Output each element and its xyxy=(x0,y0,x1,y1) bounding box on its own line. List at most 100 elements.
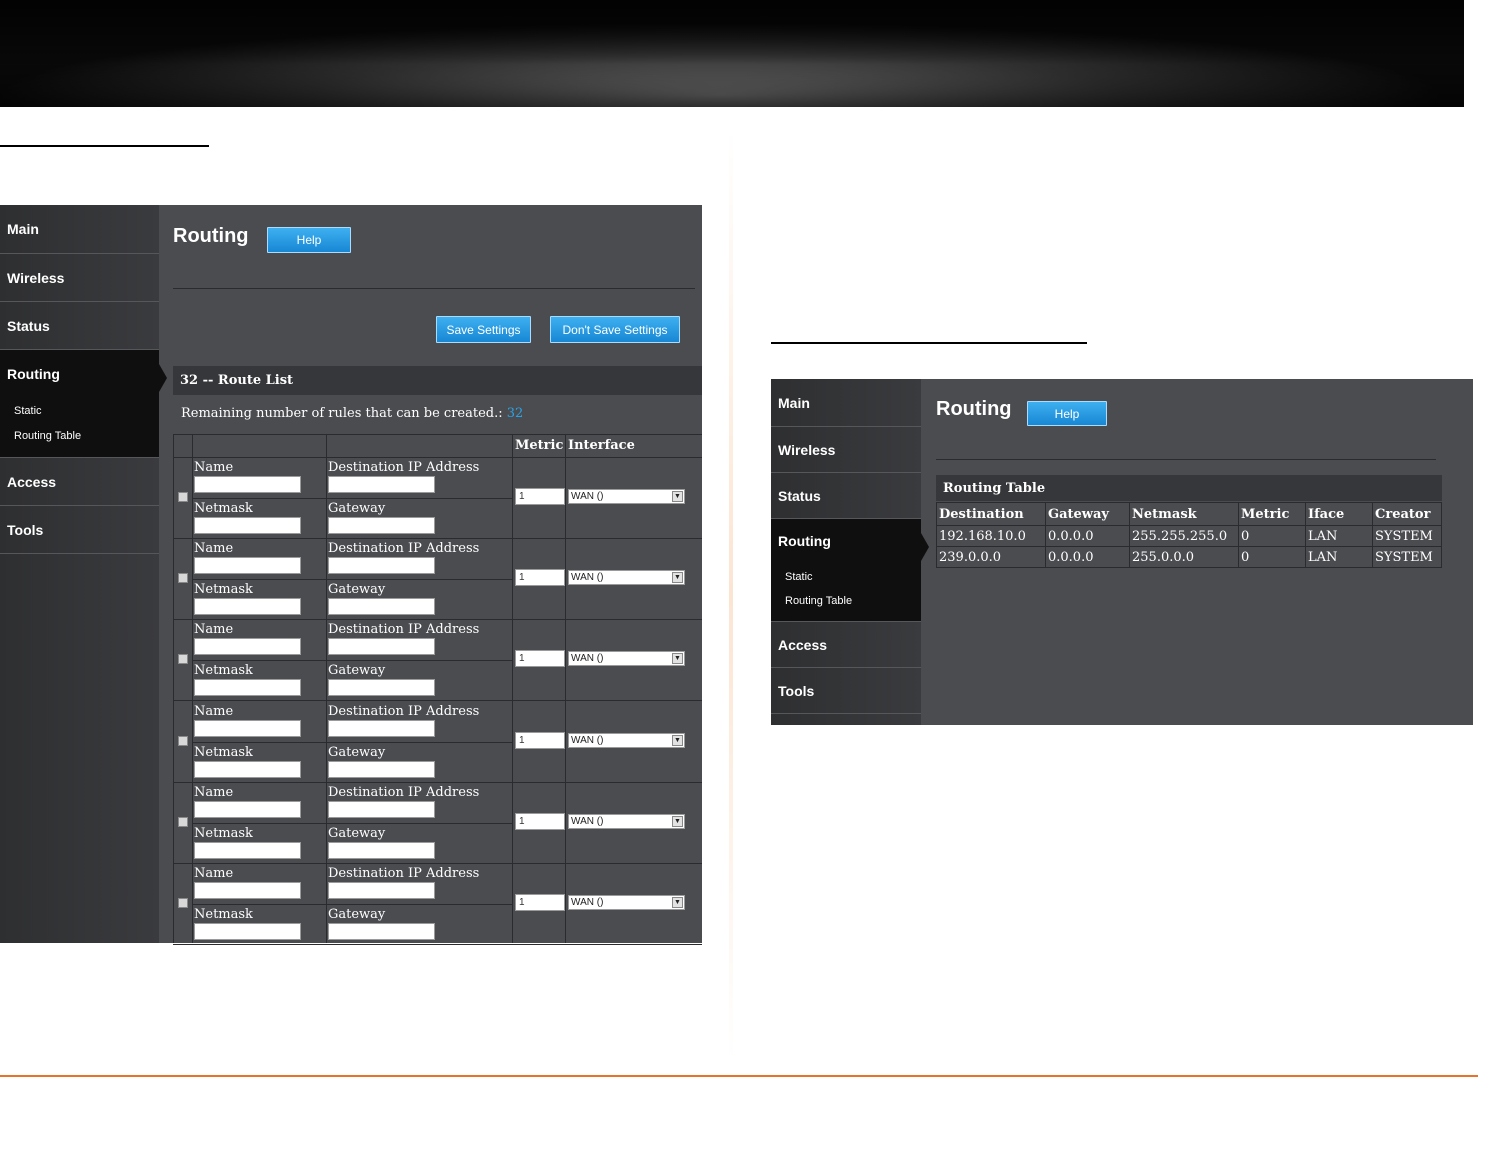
row-mid-line xyxy=(192,904,512,905)
subnav-static[interactable]: Static xyxy=(14,405,42,417)
dont-save-settings-button[interactable]: Don't Save Settings xyxy=(550,316,680,343)
destination-input[interactable] xyxy=(328,800,435,818)
grid-col-1 xyxy=(192,434,193,943)
table-row: 192.168.10.0 0.0.0.0 255.255.255.0 0 LAN… xyxy=(936,525,1442,547)
cell-destination: 239.0.0.0 xyxy=(936,546,1046,568)
name-label: Name xyxy=(194,703,234,719)
netmask-input[interactable] xyxy=(194,598,301,616)
interface-select[interactable]: WAN () ▼ xyxy=(568,570,685,586)
cell-destination: 192.168.10.0 xyxy=(936,525,1046,547)
gateway-label: Gateway xyxy=(328,501,386,516)
route-enable-checkbox[interactable] xyxy=(178,898,188,908)
netmask-label: Netmask xyxy=(194,907,253,922)
grid-col-3 xyxy=(512,434,513,943)
footer-rule xyxy=(0,1075,1478,1077)
interface-select[interactable]: WAN () ▼ xyxy=(568,895,685,910)
name-input[interactable] xyxy=(194,638,301,656)
nav-tools-label: Tools xyxy=(778,682,815,699)
interface-select[interactable]: WAN () ▼ xyxy=(568,813,685,829)
chevron-down-icon[interactable]: ▼ xyxy=(672,734,683,746)
route-enable-checkbox[interactable] xyxy=(178,573,188,584)
nav-access[interactable]: Access xyxy=(0,458,159,506)
interface-select-value: WAN () xyxy=(571,815,604,827)
gateway-input[interactable] xyxy=(328,598,435,616)
cell-gateway: 0.0.0.0 xyxy=(1045,525,1130,547)
route-enable-checkbox[interactable] xyxy=(178,816,188,827)
name-input[interactable] xyxy=(194,882,301,899)
cell-netmask: 255.0.0.0 xyxy=(1129,546,1239,568)
netmask-label: Netmask xyxy=(194,501,253,516)
nav-wireless[interactable]: Wireless xyxy=(771,427,921,473)
routing-table-title: Routing Table xyxy=(936,475,1442,501)
name-label: Name xyxy=(194,784,234,800)
nav-main[interactable]: Main xyxy=(0,205,159,254)
nav-status[interactable]: Status xyxy=(0,302,159,350)
chevron-down-icon[interactable]: ▼ xyxy=(672,572,683,584)
nav-tools[interactable]: Tools xyxy=(771,668,921,714)
nav-wireless[interactable]: Wireless xyxy=(0,254,159,302)
subnav-routing-table[interactable]: Routing Table xyxy=(14,430,81,442)
metric-input[interactable]: 1 xyxy=(515,812,565,830)
netmask-input[interactable] xyxy=(194,517,301,534)
row-bottom-line xyxy=(173,781,702,783)
name-input[interactable] xyxy=(194,800,301,818)
destination-input[interactable] xyxy=(328,719,435,737)
netmask-label: Netmask xyxy=(194,582,253,598)
gateway-input[interactable] xyxy=(328,679,435,697)
interface-select[interactable]: WAN () ▼ xyxy=(568,489,685,504)
nav-status[interactable]: Status xyxy=(771,473,921,519)
destination-input[interactable] xyxy=(328,476,435,493)
netmask-input[interactable] xyxy=(194,841,301,859)
nav-main[interactable]: Main xyxy=(771,379,921,427)
title-separator xyxy=(936,459,1436,460)
grid-header-bottom xyxy=(173,457,702,458)
grid-col-4 xyxy=(565,434,566,943)
name-input[interactable] xyxy=(194,476,301,493)
netmask-label: Netmask xyxy=(194,825,253,841)
col-interface: Interface xyxy=(568,438,635,453)
name-input[interactable] xyxy=(194,557,301,575)
nav-tools[interactable]: Tools xyxy=(0,506,159,554)
name-input[interactable] xyxy=(194,719,301,737)
interface-select[interactable]: WAN () ▼ xyxy=(568,651,685,667)
route-enable-checkbox[interactable] xyxy=(178,492,188,502)
route-enable-checkbox[interactable] xyxy=(178,735,188,746)
subnav-static[interactable]: Static xyxy=(785,571,813,583)
chevron-down-icon[interactable]: ▼ xyxy=(672,653,683,665)
netmask-input[interactable] xyxy=(194,923,301,940)
metric-input[interactable]: 1 xyxy=(515,731,565,749)
routing-table-header-row: Destination Gateway Netmask Metric Iface… xyxy=(936,502,1442,526)
subnav-routing-table[interactable]: Routing Table xyxy=(785,595,852,607)
interface-select[interactable]: WAN () ▼ xyxy=(568,732,685,748)
save-settings-button[interactable]: Save Settings xyxy=(436,316,531,343)
help-button[interactable]: Help xyxy=(1027,401,1107,426)
metric-input[interactable]: 1 xyxy=(515,488,565,505)
gateway-input[interactable] xyxy=(328,841,435,859)
metric-input[interactable]: 1 xyxy=(515,650,565,668)
row-mid-line xyxy=(192,741,512,743)
gateway-input[interactable] xyxy=(328,923,435,940)
metric-input[interactable]: 1 xyxy=(515,894,565,911)
netmask-input[interactable] xyxy=(194,679,301,697)
nav-status-label: Status xyxy=(7,317,50,334)
chevron-down-icon[interactable]: ▼ xyxy=(672,491,683,502)
route-list-header: 32 -- Route List xyxy=(173,366,702,395)
chevron-down-icon[interactable]: ▼ xyxy=(672,897,683,908)
help-button[interactable]: Help xyxy=(267,227,351,253)
gateway-input[interactable] xyxy=(328,760,435,778)
route-enable-checkbox[interactable] xyxy=(178,654,188,665)
destination-input[interactable] xyxy=(328,638,435,656)
destination-input[interactable] xyxy=(328,557,435,575)
grid-top xyxy=(173,434,702,435)
destination-input[interactable] xyxy=(328,882,435,899)
metric-input[interactable]: 1 xyxy=(515,569,565,587)
col-metric: Metric xyxy=(515,438,564,453)
gateway-label: Gateway xyxy=(328,582,386,598)
netmask-label: Netmask xyxy=(194,744,253,760)
interface-select-value: WAN () xyxy=(571,653,604,665)
chevron-down-icon[interactable]: ▼ xyxy=(672,815,683,827)
destination-label: Destination IP Address xyxy=(328,703,480,719)
netmask-input[interactable] xyxy=(194,760,301,778)
gateway-input[interactable] xyxy=(328,517,435,534)
nav-access[interactable]: Access xyxy=(771,622,921,668)
